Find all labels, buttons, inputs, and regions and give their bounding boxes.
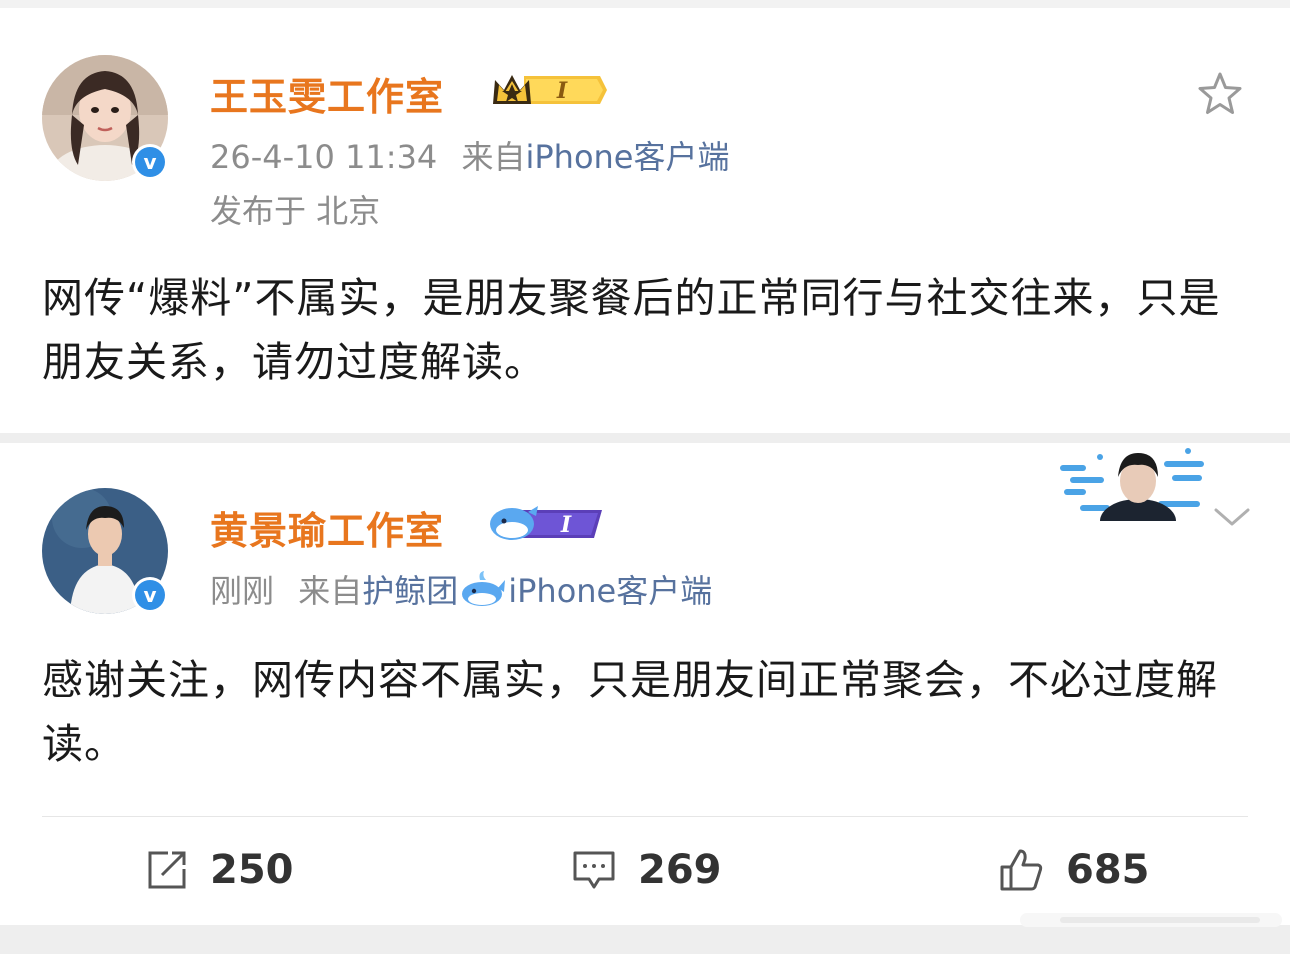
timestamp-post1: 26-4-10 11:34: [210, 138, 438, 176]
action-bar-divider: [42, 816, 1248, 817]
repost-button[interactable]: 250: [146, 842, 294, 898]
timestamp-post2: 刚刚: [210, 572, 275, 610]
star-icon[interactable]: [1196, 70, 1244, 122]
source-link-post2[interactable]: iPhone客户端: [508, 572, 712, 610]
card-decoration: [1060, 443, 1210, 543]
whale-source-icon: [460, 570, 506, 616]
comment-button[interactable]: 269: [572, 842, 722, 898]
whale-badge-icon[interactable]: I: [488, 502, 608, 548]
comment-count: 269: [638, 847, 722, 893]
crown-badge-icon[interactable]: I: [490, 70, 608, 114]
verified-icon: v: [132, 144, 168, 180]
post-divider: [0, 433, 1290, 443]
source-link-post1[interactable]: iPhone客户端: [525, 138, 729, 176]
chevron-down-icon[interactable]: [1212, 506, 1252, 534]
post-text-2: 感谢关注，网传内容不属实，只是朋友间正常聚会，不必过度解读。: [42, 656, 1218, 768]
source-group-link[interactable]: 护鲸团: [362, 572, 458, 610]
badge-level-post1: I: [556, 78, 568, 104]
source-prefix-post2: 来自: [298, 572, 363, 610]
like-button[interactable]: 685: [998, 842, 1150, 898]
like-icon: [1000, 849, 1043, 891]
username-post2[interactable]: 黄景瑜工作室: [210, 500, 444, 555]
like-count: 685: [1066, 847, 1150, 893]
top-separator: [0, 0, 1290, 8]
bottom-scroll-indicator: [1020, 905, 1282, 935]
repost-count: 250: [210, 847, 294, 893]
post-text-1: 网传“爆料”不属实，是朋友聚餐后的正常同行与社交往来，只是朋友关系，请勿过度解读…: [42, 274, 1221, 386]
username-post1[interactable]: 王玉雯工作室: [210, 66, 444, 121]
source-prefix-post1: 来自: [461, 138, 526, 176]
badge-level-post2: I: [560, 512, 572, 538]
repost-icon: [148, 851, 186, 889]
meta-post2: 刚刚 来自护鲸团 iPhone客户端: [210, 566, 712, 616]
comment-icon: [573, 851, 615, 889]
location-post1: 发布于 北京: [210, 192, 381, 230]
verified-icon: v: [132, 577, 168, 613]
meta-post1: 26-4-10 11:34 来自iPhone客户端: [210, 132, 730, 178]
